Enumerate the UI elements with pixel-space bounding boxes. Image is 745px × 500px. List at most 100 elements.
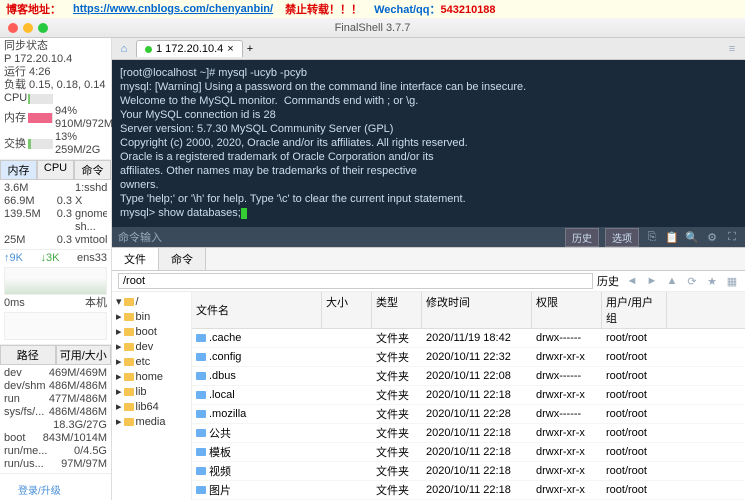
process-tabs[interactable]: 内存 CPU 命令 — [0, 160, 111, 180]
file-row[interactable]: .config文件夹2020/10/11 22:32drwxr-xr-xroot… — [192, 348, 745, 367]
nav-back-icon[interactable]: ◄ — [625, 274, 639, 288]
process-row[interactable]: 66.9M0.3X — [4, 195, 107, 208]
maximize-window-icon[interactable] — [38, 23, 48, 33]
title-bar: FinalShell 3.7.7 — [0, 18, 745, 38]
disk-size-hdr: 可用/大小 — [56, 345, 112, 365]
runtime-label: 运行 4:26 — [4, 66, 50, 79]
connection-tab[interactable]: 1 172.20.10.4 × — [136, 40, 243, 57]
expand-icon[interactable]: ⛶ — [725, 230, 739, 244]
host-label: 本机 — [85, 297, 107, 310]
file-list[interactable]: 文件名 大小 类型 修改时间 权限 用户/用户组 .cache文件夹2020/1… — [192, 292, 745, 500]
process-row[interactable]: 3.6M1:sshd — [4, 182, 107, 195]
tree-item[interactable]: ▾ / — [114, 294, 189, 309]
view-icon[interactable]: ▦ — [725, 274, 739, 288]
minimize-window-icon[interactable] — [23, 23, 33, 33]
col-perm[interactable]: 权限 — [532, 292, 602, 328]
file-row[interactable]: .dbus文件夹2020/10/11 22:08drwx------root/r… — [192, 367, 745, 386]
options-button[interactable]: 选项 — [605, 228, 639, 247]
blog-label: 博客地址： — [6, 1, 61, 17]
status-dot-icon — [145, 46, 152, 53]
disk-path-hdr: 路径 — [0, 345, 56, 365]
disk-row[interactable]: run/us...97M/97M — [4, 458, 107, 471]
disk-row[interactable]: run/me...0/4.5G — [4, 445, 107, 458]
refresh-icon[interactable]: ⟳ — [685, 274, 699, 288]
sidebar: 同步状态 P 172.20.10.4 运行 4:26 负载 0.15, 0.18… — [0, 38, 112, 500]
close-window-icon[interactable] — [8, 23, 18, 33]
app-title: FinalShell 3.7.7 — [335, 22, 411, 34]
disk-row[interactable]: dev/shm486M/486M — [4, 380, 107, 393]
net-gateway: ens33 — [77, 252, 107, 265]
tree-item[interactable]: ▸ bin — [114, 309, 189, 324]
disk-row[interactable]: 18.3G/27G — [4, 419, 107, 432]
sync-status: 同步状态 — [4, 40, 48, 53]
traffic-lights[interactable] — [0, 23, 48, 33]
settings-icon[interactable]: ⚙ — [705, 230, 719, 244]
tree-item[interactable]: ▸ media — [114, 414, 189, 429]
file-row[interactable]: .mozilla文件夹2020/10/11 22:28drwx------roo… — [192, 405, 745, 424]
copy-icon[interactable]: ⎘ — [645, 230, 659, 244]
tab-label: 1 172.20.10.4 — [156, 43, 223, 55]
tree-item[interactable]: ▸ home — [114, 369, 189, 384]
file-row[interactable]: .cache文件夹2020/11/19 18:42drwx------root/… — [192, 329, 745, 348]
tab-close-icon[interactable]: × — [227, 43, 233, 55]
disk-row[interactable]: boot843M/1014M — [4, 432, 107, 445]
file-row[interactable]: 图片文件夹2020/10/11 22:18drwxr-xr-xroot/root — [192, 481, 745, 500]
tree-item[interactable]: ▸ boot — [114, 324, 189, 339]
tree-item[interactable]: ▸ etc — [114, 354, 189, 369]
file-tab-cmd[interactable]: 命令 — [159, 248, 206, 270]
disk-row[interactable]: run477M/486M — [4, 393, 107, 406]
path-input[interactable]: /root — [118, 273, 593, 289]
file-row[interactable]: 公共文件夹2020/10/11 22:18drwxr-xr-xroot/root — [192, 424, 745, 443]
contact-id: 543210188 — [440, 4, 495, 16]
latency-chart — [4, 312, 107, 340]
terminal-line: Copyright (c) 2000, 2020, Oracle and/or … — [120, 136, 737, 150]
tab-cmd[interactable]: 命令 — [74, 160, 111, 180]
col-type[interactable]: 类型 — [372, 292, 422, 328]
file-row[interactable]: .local文件夹2020/10/11 22:18drwxr-xr-xroot/… — [192, 386, 745, 405]
col-size[interactable]: 大小 — [322, 292, 372, 328]
swap-bar — [28, 139, 53, 149]
process-row[interactable]: 25M0.3vmtoolsd — [4, 234, 107, 247]
col-user[interactable]: 用户/用户组 — [602, 292, 667, 328]
nav-up-icon[interactable]: ▲ — [665, 274, 679, 288]
file-history-btn[interactable]: 历史 — [597, 273, 619, 289]
col-date[interactable]: 修改时间 — [422, 292, 532, 328]
folder-icon — [196, 391, 206, 399]
folder-icon — [196, 486, 206, 494]
file-tab-files[interactable]: 文件 — [112, 248, 159, 270]
col-name[interactable]: 文件名 — [192, 292, 322, 328]
forbid-text: 禁止转载！！！ — [285, 1, 362, 17]
contact-label: Wechat/qq： — [374, 4, 440, 16]
cpu-bar — [28, 94, 53, 104]
tree-item[interactable]: ▸ lib64 — [114, 399, 189, 414]
file-row[interactable]: 视频文件夹2020/10/11 22:18drwxr-xr-xroot/root — [192, 462, 745, 481]
tree-item[interactable]: ▸ dev — [114, 339, 189, 354]
file-row[interactable]: 模板文件夹2020/10/11 22:18drwxr-xr-xroot/root — [192, 443, 745, 462]
tab-cpu[interactable]: CPU — [37, 160, 74, 180]
folder-icon — [196, 429, 206, 437]
disk-row[interactable]: sys/fs/...486M/486M — [4, 406, 107, 419]
file-tree[interactable]: ▾ /▸ bin▸ boot▸ dev▸ etc▸ home▸ lib▸ lib… — [112, 292, 192, 500]
home-icon[interactable]: ⌂ — [116, 41, 132, 57]
paste-icon[interactable]: 📋 — [665, 230, 679, 244]
search-icon[interactable]: 🔍 — [685, 230, 699, 244]
folder-icon — [196, 334, 206, 342]
terminal-line: owners. — [120, 178, 737, 192]
add-tab-icon[interactable]: + — [247, 43, 253, 55]
folder-icon — [196, 467, 206, 475]
menu-icon[interactable]: ≡ — [725, 42, 739, 56]
terminal-prompt-line[interactable]: mysql> show databases; — [120, 206, 737, 220]
nav-fwd-icon[interactable]: ► — [645, 274, 659, 288]
terminal[interactable]: ↖ [root@localhost ~]# mysql -ucyb -pcybm… — [112, 60, 745, 227]
tree-item[interactable]: ▸ lib — [114, 384, 189, 399]
file-panel: 文件 命令 /root 历史 ◄ ► ▲ ⟳ ★ ▦ ▾ /▸ bin▸ boo… — [112, 247, 745, 500]
history-button[interactable]: 历史 — [565, 228, 599, 247]
terminal-line: Type 'help;' or '\h' for help. Type '\c'… — [120, 192, 737, 206]
process-row[interactable]: 139.5M0.3gnome-sh... — [4, 208, 107, 234]
disk-row[interactable]: dev469M/469M — [4, 367, 107, 380]
latency: 0ms — [4, 297, 25, 310]
bookmark-icon[interactable]: ★ — [705, 274, 719, 288]
upgrade-link[interactable]: 登录/升级 — [18, 482, 61, 497]
tab-mem[interactable]: 内存 — [0, 160, 37, 180]
blog-url[interactable]: https://www.cnblogs.com/chenyanbin/ — [73, 3, 273, 15]
